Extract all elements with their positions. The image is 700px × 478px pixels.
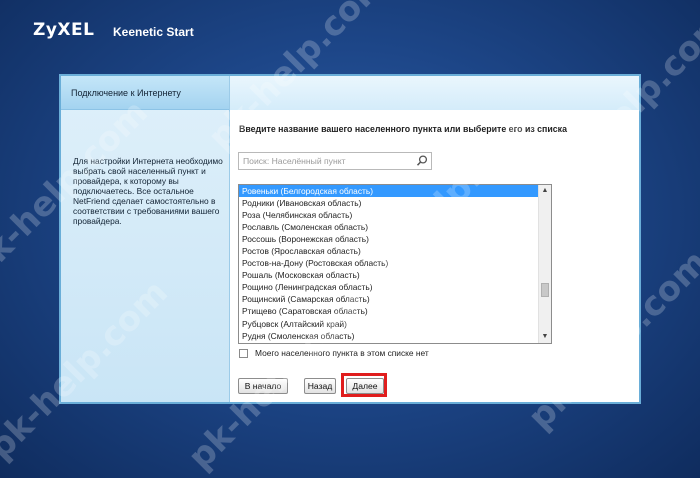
scroll-up-icon[interactable]: ▲ <box>539 185 551 197</box>
city-option[interactable]: Рощинский (Самарская область) <box>239 293 538 305</box>
city-search-input[interactable] <box>238 152 432 170</box>
wizard-sidebar: Подключение к Интернету Для настройки Ин… <box>61 76 230 402</box>
wizard-top-strip <box>230 76 639 111</box>
city-option[interactable]: Ростов-на-Дону (Ростовская область) <box>239 257 538 269</box>
city-option[interactable]: Родники (Ивановская область) <box>239 197 538 209</box>
city-option[interactable]: Рубцовск (Алтайский край) <box>239 318 538 330</box>
not-in-list-checkbox[interactable] <box>239 349 248 358</box>
zyxel-logo: ZyXEL <box>33 20 95 40</box>
not-in-list-label: Моего населенного пункта в этом списке н… <box>255 348 429 358</box>
city-option[interactable]: Рощино (Ленинградская область) <box>239 281 538 293</box>
product-name: Keenetic Start <box>113 25 194 39</box>
help-text: Для настройки Интернета необходимо выбра… <box>73 156 223 226</box>
city-listbox[interactable]: Ровеньки (Белгородская область) Родники (… <box>238 184 552 344</box>
city-list: Ровеньки (Белгородская область) Родники (… <box>239 185 538 344</box>
wizard-content: Введите название вашего населенного пунк… <box>230 110 639 402</box>
city-option[interactable]: Роза (Челябинская область) <box>239 209 538 221</box>
back-button[interactable]: Назад <box>304 378 336 394</box>
magnifier-icon[interactable] <box>415 154 429 168</box>
scroll-thumb[interactable] <box>541 283 549 297</box>
city-prompt: Введите название вашего населенного пунк… <box>239 124 567 134</box>
city-option[interactable]: Рошаль (Московская область) <box>239 269 538 281</box>
city-option[interactable]: Россошь (Воронежская область) <box>239 233 538 245</box>
app-header: ZyXEL Keenetic Start <box>0 0 700 64</box>
next-highlight-frame <box>341 373 387 397</box>
city-option[interactable]: Ртищево (Саратовская область) <box>239 305 538 317</box>
home-button[interactable]: В начало <box>238 378 288 394</box>
scroll-down-icon[interactable]: ▼ <box>539 331 551 343</box>
city-option[interactable]: Рославль (Смоленская область) <box>239 221 538 233</box>
city-option[interactable]: Ровеньки (Белгородская область) <box>239 185 538 198</box>
city-option[interactable]: Руза (Московская область) <box>239 342 538 344</box>
city-option[interactable]: Ростов (Ярославская область) <box>239 245 538 257</box>
step-title: Подключение к Интернету <box>61 76 229 110</box>
city-option[interactable]: Рудня (Смоленская область) <box>239 330 538 342</box>
wizard-panel: Подключение к Интернету Для настройки Ин… <box>59 74 641 404</box>
listbox-scrollbar[interactable]: ▲ ▼ <box>538 185 551 343</box>
